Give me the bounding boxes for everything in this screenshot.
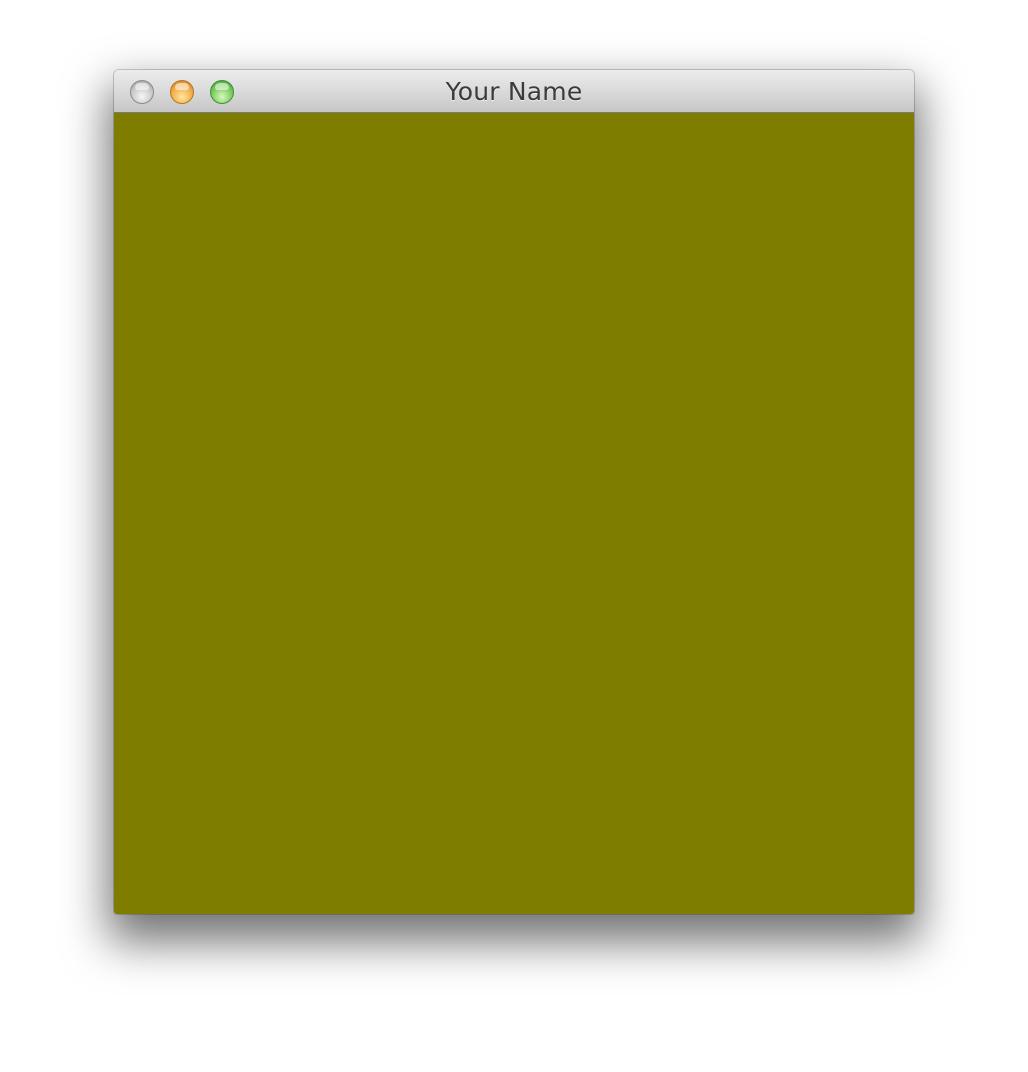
title-bar[interactable]: Your Name bbox=[114, 70, 914, 113]
window-title: Your Name bbox=[445, 77, 583, 106]
app-window: Your Name bbox=[114, 70, 914, 914]
content-area bbox=[114, 113, 914, 914]
